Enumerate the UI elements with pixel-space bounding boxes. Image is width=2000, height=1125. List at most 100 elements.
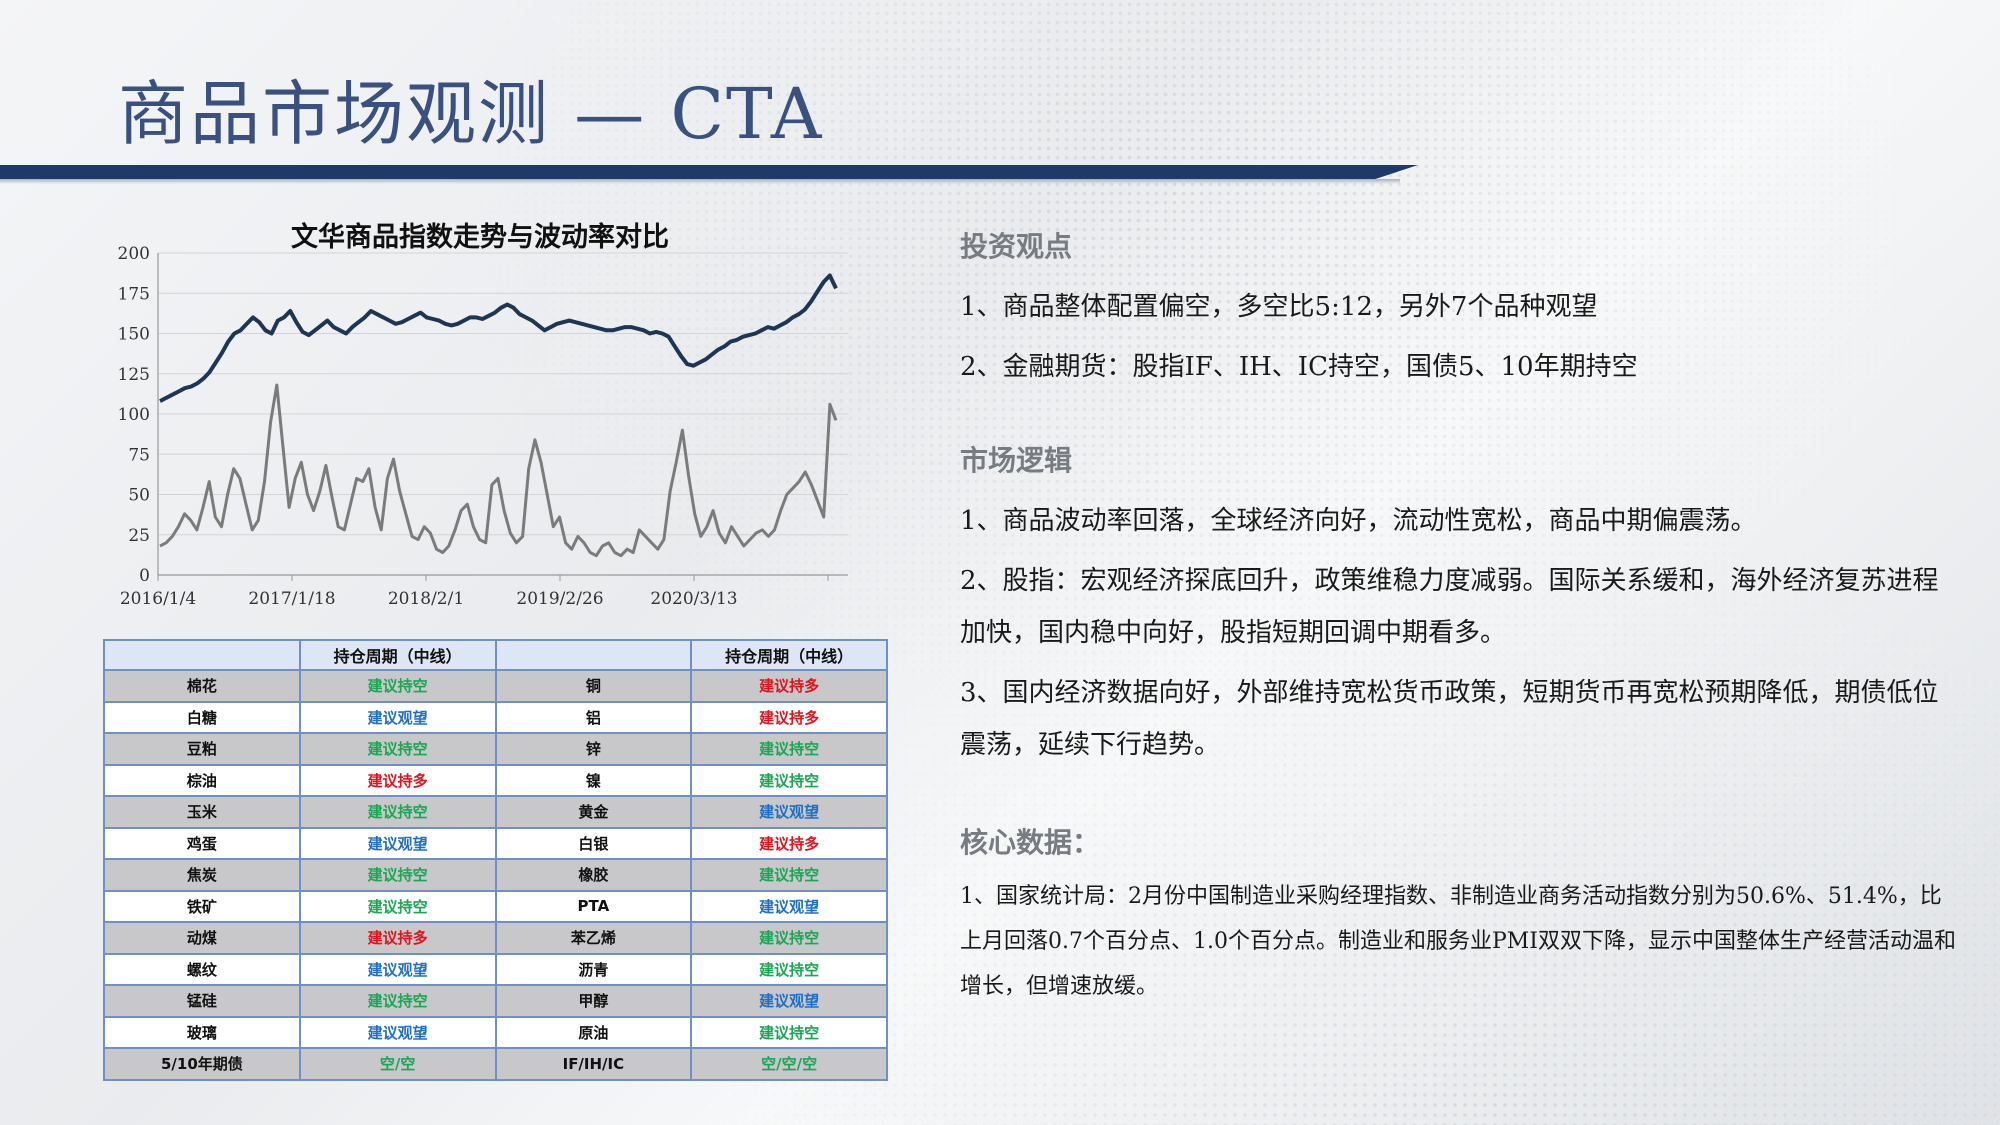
commodity-name: 玻璃 <box>103 1015 301 1049</box>
position-signal: 建议持多 <box>298 763 497 797</box>
position-signal: 空/空 <box>298 1047 497 1081</box>
position-signal: 建议持多 <box>690 669 888 703</box>
position-signal: 建议观望 <box>690 795 888 829</box>
position-signal: 建议持空 <box>690 1015 888 1049</box>
page-title: 商品市场观测 — CTA <box>118 73 824 155</box>
header-commodity-right <box>494 639 693 671</box>
section-heading-invest: 投资观点 <box>960 230 1073 263</box>
commodity-name: IF/IH/IC <box>494 1047 693 1081</box>
table-row: 棕油 建议持多镍建议持空 <box>103 763 888 797</box>
x-tick-label: 2017/1/18 <box>248 589 335 609</box>
position-signal: 建议持空 <box>298 795 497 829</box>
position-table-wrapper: 持仓周期（中线） 持仓周期（中线） 棉花 建议持空铜建议持多 白糖 建议观望铝建议持多… <box>103 639 888 1081</box>
position-signal: 建议观望 <box>690 984 888 1018</box>
commodity-name: 沥青 <box>494 952 693 986</box>
commodity-name: 白糖 <box>103 700 301 734</box>
position-signal: 建议持空 <box>690 858 888 892</box>
table-row: 棉花 建议持空铜建议持多 <box>103 669 888 703</box>
commodity-name: 玉米 <box>103 795 301 829</box>
x-tick-label: 2019/2/26 <box>516 589 603 609</box>
header-period-right: 持仓周期（中线） <box>690 639 888 671</box>
position-signal: 建议持空 <box>690 763 888 797</box>
y-tick-label: 125 <box>118 365 150 385</box>
commodity-name: 螺纹 <box>103 952 301 986</box>
commodity-name: 铝 <box>494 700 693 734</box>
position-signal: 空/空/空 <box>690 1047 888 1081</box>
y-tick-label: 25 <box>128 526 150 546</box>
table-row: 白糖 建议观望铝建议持多 <box>103 700 888 734</box>
y-tick-label: 75 <box>128 445 150 465</box>
position-signal: 建议持空 <box>298 732 497 766</box>
commodity-name: 棉花 <box>103 669 301 703</box>
logic-point-2: 2、股指：宏观经济探底回升，政策维稳力度减弱。国际关系缓和，海外经济复苏进程加快… <box>960 566 1939 648</box>
table-row: 5/10年期债 空/空 IF/IH/IC 空/空/空 <box>103 1047 888 1081</box>
commodity-name: 铜 <box>494 669 693 703</box>
commodity-name: 镍 <box>494 763 693 797</box>
table-row: 玻璃 建议观望 原油 建议持空 <box>103 1015 888 1049</box>
table-row: 铁矿 建议持空 PTA 建议观望 <box>103 889 888 923</box>
core-data-point-1: 1、国家统计局：2月份中国制造业采购经理指数、非制造业商务活动指数分别为50.6… <box>960 884 1956 999</box>
y-tick-label: 150 <box>118 325 150 345</box>
invest-point-1: 1、商品整体配置偏空，多空比5:12，另外7个品种观望 <box>960 292 1598 322</box>
table-body: 棉花 建议持空铜建议持多 白糖 建议观望铝建议持多 豆粕 建议持空锌建议持空 棕油 建议持多镍… <box>103 669 888 1081</box>
position-signal: 建议观望 <box>298 952 497 986</box>
position-signal: 建议观望 <box>298 700 497 734</box>
position-signal: 建议观望 <box>298 826 497 860</box>
position-signal: 建议持多 <box>298 921 497 955</box>
y-tick-label: 175 <box>118 284 150 304</box>
position-signal: 建议持空 <box>298 984 497 1018</box>
commodity-name: 原油 <box>494 1015 693 1049</box>
table-row: 螺纹 建议观望 沥青 建议持空 <box>103 952 888 986</box>
commodity-name: 豆粕 <box>103 732 301 766</box>
y-tick-label: 100 <box>118 405 150 425</box>
section-heading-core-data: 核心数据： <box>960 826 1101 859</box>
section-heading-logic: 市场逻辑 <box>960 444 1073 477</box>
x-tick-label: 2018/2/1 <box>388 589 464 609</box>
position-signal: 建议观望 <box>298 1015 497 1049</box>
position-signal: 建议持多 <box>690 700 888 734</box>
position-signal: 建议观望 <box>690 889 888 923</box>
logic-point-3: 3、国内经济数据向好，外部维持宽松货币政策，短期货币再宽松预期降低，期债低位震荡… <box>960 678 1939 760</box>
table-row: 豆粕 建议持空锌建议持空 <box>103 732 888 766</box>
position-signal: 建议持空 <box>298 858 497 892</box>
position-table: 持仓周期（中线） 持仓周期（中线） 棉花 建议持空铜建议持多 白糖 建议观望铝建议持多… <box>103 639 888 1081</box>
commodity-name: 橡胶 <box>494 858 693 892</box>
series-line-volatility <box>159 383 838 558</box>
commodity-name: 甲醇 <box>494 984 693 1018</box>
table-row: 鸡蛋 建议观望 白银 建议持多 <box>103 826 888 860</box>
title-underline-bar <box>0 165 1418 179</box>
commodity-name: 锌 <box>494 732 693 766</box>
position-signal: 建议持空 <box>690 921 888 955</box>
logic-point-1: 1、商品波动率回落，全球经济向好，流动性宽松，商品中期偏震荡。 <box>960 506 1757 536</box>
y-tick-label: 50 <box>128 486 150 506</box>
commodity-index-chart: 0 25 50 75 100 125 150 175 200 2016/1/4 2017/1/18 2… <box>100 205 860 615</box>
commodity-name: 苯乙烯 <box>494 921 693 955</box>
x-tick-label: 2020/3/13 <box>650 589 737 609</box>
commodity-name: 铁矿 <box>103 889 301 923</box>
table-row: 焦炭 建议持空 橡胶 建议持空 <box>103 858 888 892</box>
commodity-name: 动煤 <box>103 921 301 955</box>
table-row: 锰硅 建议持空 甲醇 建议观望 <box>103 984 888 1018</box>
commodity-name: 黄金 <box>494 795 693 829</box>
position-signal: 建议持空 <box>690 732 888 766</box>
commodity-name: PTA <box>494 889 693 923</box>
header-commodity-left <box>103 639 301 671</box>
x-tick-label: 2016/1/4 <box>120 589 196 609</box>
commodity-name: 鸡蛋 <box>103 826 301 860</box>
table-header-row: 持仓周期（中线） 持仓周期（中线） <box>103 639 888 671</box>
position-signal: 建议持空 <box>690 952 888 986</box>
commodity-name: 5/10年期债 <box>103 1047 301 1081</box>
chart-title: 文华商品指数走势与波动率对比 <box>291 222 669 253</box>
position-signal: 建议持多 <box>690 826 888 860</box>
commodity-name: 白银 <box>494 826 693 860</box>
chart-svg: 02550751001251501752002016/1/4 2017/1/18 2… <box>118 244 848 609</box>
position-signal: 建议持空 <box>298 669 497 703</box>
position-signal: 建议持空 <box>298 889 497 923</box>
y-tick-label: 0 <box>139 566 150 586</box>
series-line-index <box>159 273 838 403</box>
commodity-name: 锰硅 <box>103 984 301 1018</box>
header-period-left: 持仓周期（中线） <box>298 639 497 671</box>
invest-point-2: 2、金融期货：股指IF、IH、IC持空，国债5、10年期持空 <box>960 352 1638 382</box>
title-bar-shadow <box>0 179 1400 184</box>
commodity-name: 焦炭 <box>103 858 301 892</box>
